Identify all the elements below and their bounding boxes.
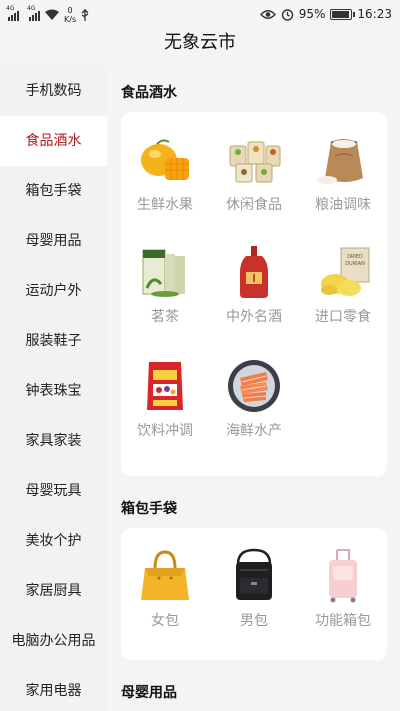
sidebar-item-baby-toys[interactable]: 母婴玩具 [0, 466, 107, 516]
svg-text:DRIED: DRIED [347, 254, 363, 260]
rice-sack-image [313, 132, 373, 188]
wifi-icon [45, 9, 59, 20]
sidebar-item-kitchenware[interactable]: 家居厨具 [0, 566, 107, 616]
section-title-baby: 母婴用品 [121, 685, 177, 701]
category-fresh-fruit[interactable]: 生鲜水果 [121, 132, 209, 214]
suitcase-image [313, 548, 373, 604]
sidebar-item-clothing-shoes[interactable]: 服装鞋子 [0, 316, 107, 366]
category-functional-luggage[interactable]: 功能箱包 [299, 548, 387, 630]
category-beverages[interactable]: 饮料冲调 [121, 358, 209, 440]
sidebar-item-food-drinks[interactable]: 食品酒水 [0, 116, 107, 166]
net-speed: 0 K/s [64, 6, 77, 24]
food-category-card: 生鲜水果 休闲食品 粮油调味 茗茶 中外名酒 DRIED DURIAN 进口零食… [121, 112, 387, 476]
section-title-bags: 箱包手袋 [121, 501, 177, 517]
alarm-icon [281, 8, 293, 21]
battery-percent: 95% [298, 7, 326, 21]
svg-text:DURIAN: DURIAN [345, 261, 365, 267]
sidebar-item-beauty-care[interactable]: 美妆个护 [0, 516, 107, 566]
salmon-plate-image [224, 358, 284, 414]
bags-category-card: 女包 男包 功能箱包 [121, 528, 387, 660]
sidebar-item-baby-products[interactable]: 母婴用品 [0, 216, 107, 266]
sidebar-item-watches-jewelry[interactable]: 钟表珠宝 [0, 366, 107, 416]
category-womens-bags[interactable]: 女包 [121, 548, 209, 630]
category-sidebar: 手机数码 食品酒水 箱包手袋 母婴用品 运动户外 服装鞋子 钟表珠宝 家具家装 … [0, 66, 107, 711]
category-snacks[interactable]: 休闲食品 [210, 132, 298, 214]
usb-icon [81, 9, 89, 21]
liquor-bottle-image [224, 244, 284, 300]
mango-image [135, 132, 195, 188]
eye-comfort-icon [259, 9, 276, 19]
snack-bags-image [224, 132, 284, 188]
section-title-food: 食品酒水 [121, 85, 177, 101]
category-seafood[interactable]: 海鲜水产 [210, 358, 298, 440]
shoulder-bag-image [224, 548, 284, 604]
sidebar-item-furniture[interactable]: 家具家装 [0, 416, 107, 466]
battery-icon [330, 8, 356, 20]
status-bar: 4G 4G 0 K/s 95% 16:23 [0, 0, 400, 30]
tea-box-image [135, 244, 195, 300]
sidebar-item-sports-outdoor[interactable]: 运动户外 [0, 266, 107, 316]
sidebar-item-office-supplies[interactable]: 电脑办公用品 [0, 616, 107, 666]
cereal-bag-image [135, 358, 195, 414]
sidebar-item-bags[interactable]: 箱包手袋 [0, 166, 107, 216]
category-liquor[interactable]: 中外名酒 [210, 244, 298, 326]
category-tea[interactable]: 茗茶 [121, 244, 209, 326]
category-content: 食品酒水 生鲜水果 休闲食品 粮油调味 茗茶 中外名酒 DRIED DURIAN… [107, 66, 400, 711]
category-imported-snacks[interactable]: DRIED DURIAN 进口零食 [299, 244, 387, 326]
sidebar-item-phones-digital[interactable]: 手机数码 [0, 66, 107, 116]
page-title: 无象云市 [164, 32, 236, 53]
durian-snack-image: DRIED DURIAN [313, 244, 373, 300]
clock: 16:23 [357, 7, 392, 21]
sidebar-item-appliances[interactable]: 家用电器 [0, 666, 107, 711]
signal-sim2-icon: 4G [27, 5, 40, 21]
signal-sim1-icon: 4G [6, 5, 19, 21]
category-grain-oil[interactable]: 粮油调味 [299, 132, 387, 214]
category-mens-bags[interactable]: 男包 [210, 548, 298, 630]
handbag-image [135, 548, 195, 604]
